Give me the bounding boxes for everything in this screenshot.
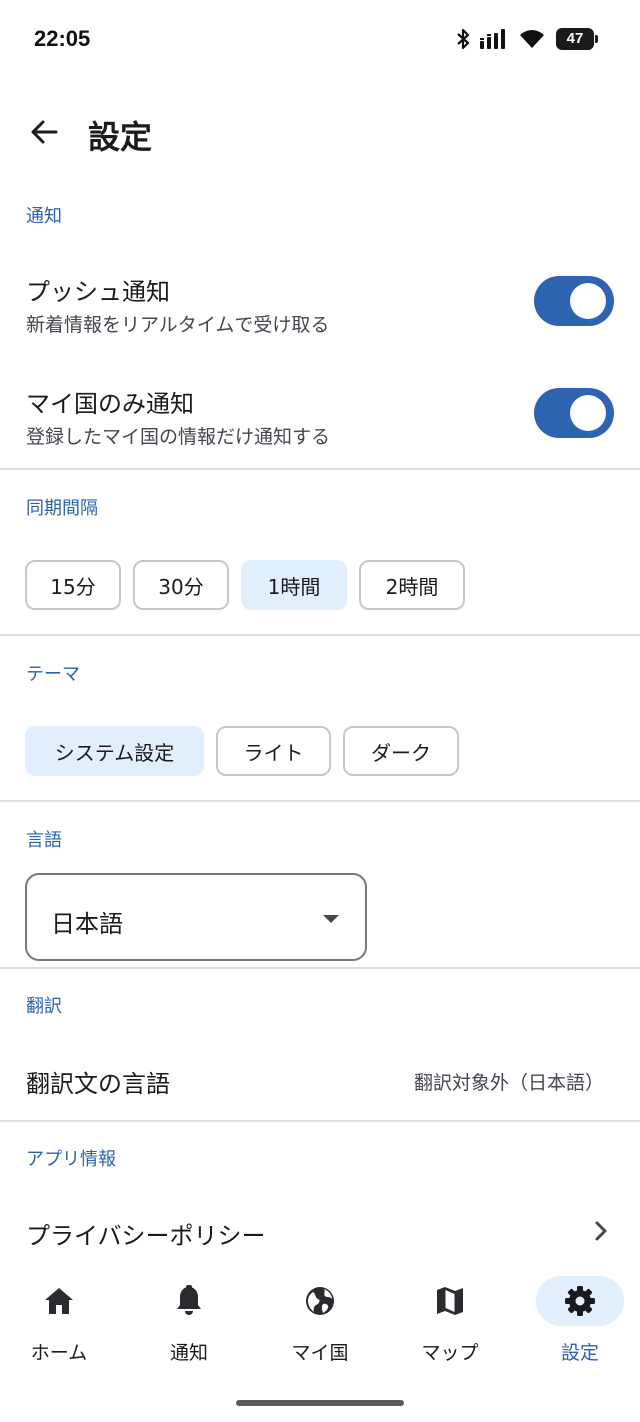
home-icon xyxy=(45,1288,73,1314)
divider xyxy=(0,967,640,969)
divider xyxy=(0,1120,640,1122)
wifi-icon xyxy=(520,30,544,48)
nav-label-home: ホーム xyxy=(30,1342,88,1364)
nav-icon-wrap xyxy=(276,1276,364,1326)
nav-icon-wrap xyxy=(406,1276,494,1326)
dropdown-arrow-icon xyxy=(323,915,339,923)
chip-theme-light[interactable]: ライト xyxy=(216,726,331,776)
push-notification-toggle[interactable] xyxy=(534,276,614,326)
nav-label-my-country: マイ国 xyxy=(291,1342,349,1364)
push-notification-title: プッシュ通知 xyxy=(26,278,170,306)
chip-theme-system[interactable]: システム設定 xyxy=(25,726,204,776)
status-icons: 47 xyxy=(456,28,598,50)
bottom-nav: ホーム 通知 マイ国 マップ 設定 xyxy=(0,1262,640,1422)
nav-item-settings[interactable]: 設定 xyxy=(525,1276,635,1376)
section-label-language: 言語 xyxy=(26,830,62,851)
app-bar: 設定 xyxy=(0,100,640,164)
chip-sync-1hour[interactable]: 1時間 xyxy=(241,560,347,610)
toggle-knob xyxy=(570,395,606,431)
privacy-policy-title: プライバシーポリシー xyxy=(26,1222,266,1250)
gear-icon xyxy=(565,1286,595,1316)
nav-item-notifications[interactable]: 通知 xyxy=(134,1276,244,1376)
bell-icon xyxy=(177,1285,201,1315)
section-label-sync: 同期間隔 xyxy=(26,498,98,519)
divider xyxy=(0,468,640,470)
divider xyxy=(0,800,640,802)
arrow-back-icon xyxy=(31,120,58,144)
nav-icon-wrap-active xyxy=(536,1276,624,1326)
translation-language-value: 翻訳対象外（日本語） xyxy=(413,1072,604,1094)
chip-sync-2hour[interactable]: 2時間 xyxy=(359,560,465,610)
home-indicator[interactable] xyxy=(236,1400,404,1406)
section-label-notifications: 通知 xyxy=(26,206,62,227)
chip-theme-dark[interactable]: ダーク xyxy=(343,726,459,776)
status-time: 22:05 xyxy=(34,26,91,51)
signal-icon xyxy=(480,29,505,49)
language-dropdown-value: 日本語 xyxy=(51,910,123,938)
language-dropdown[interactable]: 日本語 xyxy=(25,873,367,961)
chip-sync-30min[interactable]: 30分 xyxy=(133,560,229,610)
chevron-right-icon xyxy=(595,1221,607,1241)
nav-label-notifications: 通知 xyxy=(169,1342,208,1364)
nav-item-my-country[interactable]: マイ国 xyxy=(265,1276,375,1376)
back-button[interactable] xyxy=(22,110,66,154)
divider xyxy=(0,634,640,636)
page-title: 設定 xyxy=(88,118,153,156)
my-country-notification-title: マイ国のみ通知 xyxy=(26,390,194,418)
map-icon xyxy=(437,1287,463,1315)
battery-level: 47 xyxy=(556,28,594,50)
nav-label-settings: 設定 xyxy=(560,1342,599,1364)
section-label-app-info: アプリ情報 xyxy=(26,1149,116,1170)
translation-language-title: 翻訳文の言語 xyxy=(26,1070,170,1098)
bluetooth-icon xyxy=(457,28,470,50)
my-country-notification-subtitle: 登録したマイ国の情報だけ通知する xyxy=(26,426,331,448)
push-notification-subtitle: 新着情報をリアルタイムで受け取る xyxy=(26,314,330,336)
section-label-theme: テーマ xyxy=(26,664,80,685)
nav-item-map[interactable]: マップ xyxy=(395,1276,505,1376)
status-bar: 22:05 47 xyxy=(0,0,640,80)
toggle-knob xyxy=(570,283,606,319)
my-country-notification-toggle[interactable] xyxy=(534,388,614,438)
nav-item-home[interactable]: ホーム xyxy=(4,1276,114,1376)
nav-label-map: マップ xyxy=(421,1342,479,1364)
nav-icon-wrap xyxy=(15,1276,103,1326)
nav-icon-wrap xyxy=(145,1276,233,1326)
battery-icon: 47 xyxy=(556,28,598,50)
globe-icon xyxy=(306,1287,334,1315)
chip-sync-15min[interactable]: 15分 xyxy=(25,560,121,610)
section-label-translation: 翻訳 xyxy=(26,996,62,1017)
